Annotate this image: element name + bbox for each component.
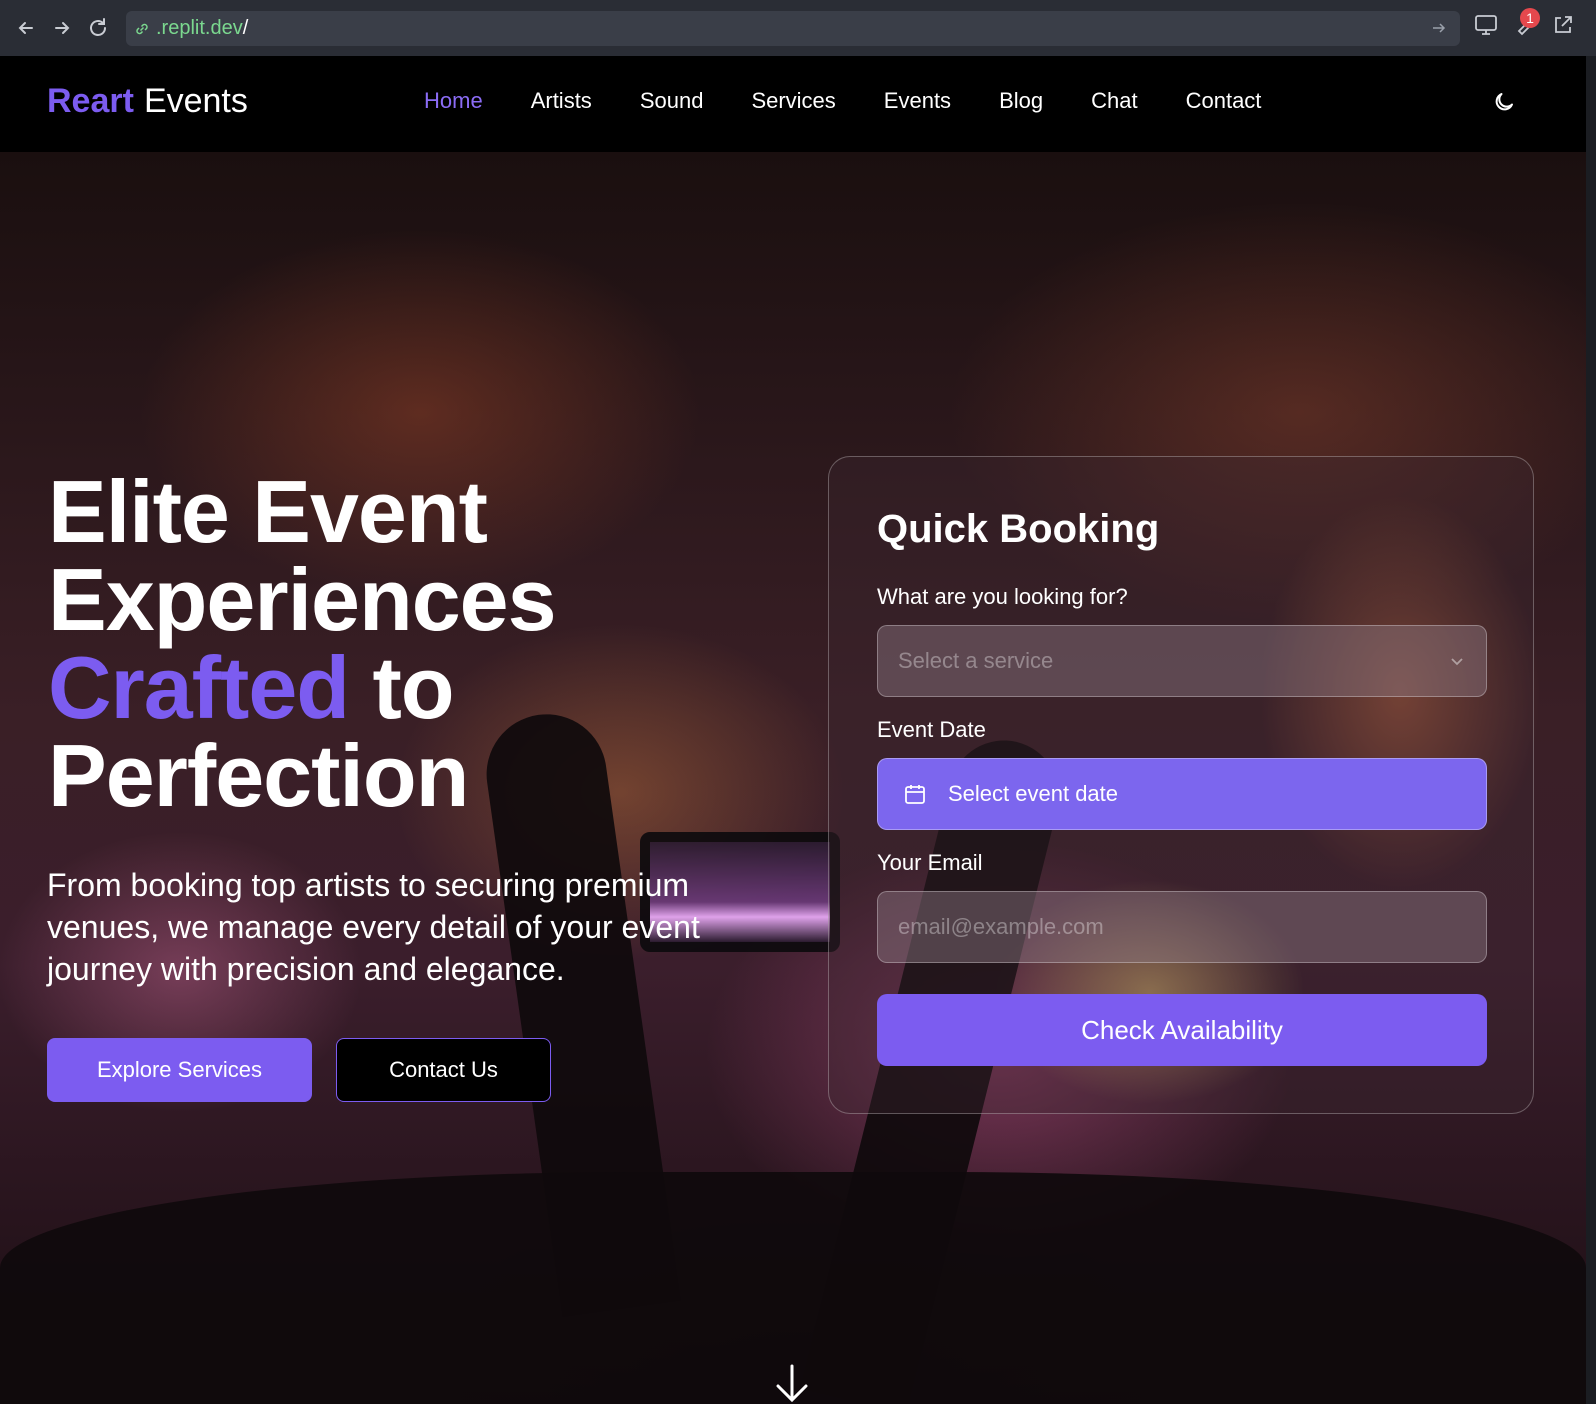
- site-header: Reart Events Home Artists Sound Services …: [0, 56, 1586, 152]
- service-select[interactable]: Select a service: [877, 625, 1487, 697]
- quick-booking-card: Quick Booking What are you looking for? …: [828, 456, 1534, 1114]
- nav-home[interactable]: Home: [424, 88, 483, 114]
- event-date-picker[interactable]: Select event date: [877, 758, 1487, 830]
- arrow-down-icon[interactable]: [774, 1364, 810, 1404]
- address-bar[interactable]: .replit.dev/: [126, 11, 1460, 46]
- nav-events[interactable]: Events: [884, 88, 951, 114]
- open-external-icon[interactable]: [1552, 14, 1574, 41]
- contact-us-button[interactable]: Contact Us: [336, 1038, 551, 1102]
- back-icon[interactable]: [8, 10, 44, 46]
- forward-icon[interactable]: [44, 10, 80, 46]
- email-label: Your Email: [877, 850, 983, 875]
- site-logo[interactable]: Reart Events: [47, 82, 248, 121]
- booking-title: Quick Booking: [877, 507, 1160, 551]
- hero-title-line: to: [372, 638, 455, 737]
- nav-sound[interactable]: Sound: [640, 88, 704, 114]
- moon-icon[interactable]: [1492, 90, 1516, 119]
- nav-blog[interactable]: Blog: [999, 88, 1043, 114]
- hero-title-line: Elite Event: [48, 462, 488, 561]
- browser-toolbar: .replit.dev/ 1: [0, 0, 1596, 56]
- main-nav: Home Artists Sound Services Events Blog …: [424, 88, 1309, 114]
- hero-title-line: Perfection: [48, 726, 469, 825]
- chevron-down-icon: [1448, 650, 1466, 676]
- url-text: .replit.dev/: [156, 17, 249, 39]
- hero-title: Elite Event Experiences Crafted to Perfe…: [48, 468, 788, 820]
- event-date-placeholder: Select event date: [948, 781, 1119, 806]
- logo-accent-text: Reart: [47, 82, 134, 120]
- nav-artists[interactable]: Artists: [531, 88, 592, 114]
- reload-icon[interactable]: [80, 10, 116, 46]
- service-label: What are you looking for?: [877, 584, 1128, 609]
- email-field[interactable]: [877, 891, 1487, 963]
- nav-contact[interactable]: Contact: [1186, 88, 1262, 114]
- hero-title-line: Experiences: [48, 550, 557, 649]
- devices-icon[interactable]: [1474, 14, 1498, 41]
- service-placeholder: Select a service: [898, 648, 1054, 673]
- nav-chat[interactable]: Chat: [1091, 88, 1137, 114]
- nav-services[interactable]: Services: [751, 88, 835, 114]
- hero-subtitle: From booking top artists to securing pre…: [47, 867, 700, 987]
- website-viewport: Reart Events Home Artists Sound Services …: [0, 56, 1586, 1404]
- event-date-label: Event Date: [877, 717, 986, 742]
- link-icon: [134, 21, 150, 37]
- check-availability-button[interactable]: Check Availability: [877, 994, 1487, 1066]
- hero-title-accent: Crafted: [48, 638, 350, 737]
- go-arrow-icon[interactable]: [1430, 19, 1448, 42]
- calendar-icon: [904, 783, 926, 805]
- notification-badge: 1: [1520, 8, 1540, 28]
- logo-text: Events: [143, 82, 248, 120]
- explore-services-button[interactable]: Explore Services: [47, 1038, 312, 1102]
